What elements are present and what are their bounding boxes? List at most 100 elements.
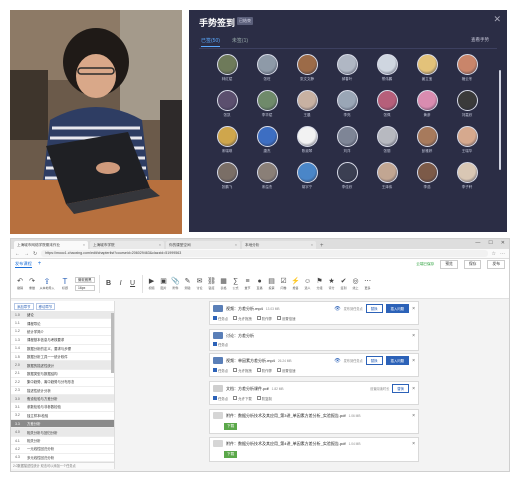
replace-button[interactable]: 替换 [365,304,383,313]
redo-button[interactable]: ↷ 重做 [27,277,37,290]
checkbox[interactable] [276,368,281,372]
outline-item[interactable]: 4.1 相关分析 [11,437,114,446]
attendee[interactable]: 黄彦 [407,90,447,118]
toolbar-item-4[interactable]: ✉ 讨论 [195,277,205,290]
card-option[interactable]: 设置倍速 [276,316,295,321]
outline-chapter[interactable]: 4.0 相关分析与回归分析 [11,428,114,437]
checkbox[interactable] [233,368,238,372]
toolbar-item-2[interactable]: 📎 附件 [171,277,181,290]
attendee[interactable]: 王晨 [287,90,327,118]
toolbar-item-18[interactable]: ⋯ 更多 [363,277,373,290]
italic-button[interactable]: I [116,279,126,288]
heading-button[interactable]: T 标题 [57,277,73,290]
toolbar-item-7[interactable]: ∑ 公式 [231,277,241,290]
close-icon[interactable]: × [83,243,85,247]
toolbar-item-9[interactable]: ● 直播 [255,277,265,290]
outline-item[interactable]: 2.1 数据类型与数据结构 [11,370,114,379]
toolbar-item-0[interactable]: ▶ 视频 [147,277,157,290]
attendee[interactable]: 张凯 [207,90,247,118]
add-chapter-button[interactable]: 添加章节 [14,302,34,310]
attendee[interactable]: 张丽 [367,126,407,154]
card-option[interactable]: 防作弊 [256,316,272,321]
attendee[interactable]: 姜立宝 [407,54,447,82]
tab-unsigned[interactable]: 未签(1) [232,37,248,47]
back-icon[interactable]: ← [15,251,20,257]
download-button[interactable]: 下载 [224,423,238,430]
minimize-icon[interactable]: — [475,240,480,246]
checkbox[interactable] [213,316,217,320]
checkbox[interactable] [256,368,261,372]
remove-card-icon[interactable]: × [412,306,415,312]
attendee[interactable]: 王瑞华 [447,126,487,154]
close-window-icon[interactable]: ✕ [501,240,505,246]
attendee[interactable]: 郝春叶 [327,54,367,82]
card-option[interactable]: 防作弊 [256,368,272,373]
preview-button[interactable]: 预览 [440,259,458,269]
doc-tab[interactable]: 发布课程 [15,261,32,268]
browser-tab[interactable]: 上海城市网络学院期末作业 × [14,241,88,249]
preview-eye-icon[interactable]: 👁 [334,358,340,364]
outline-item[interactable]: 1.5 数据分析工具一一统计软件 [11,353,114,362]
toolbar-item-17[interactable]: ◎ 线上 [351,277,361,290]
preview-eye-icon[interactable]: 👁 [334,306,340,312]
close-icon[interactable]: ✕ [493,14,501,25]
replace-button[interactable]: 替换 [392,384,410,393]
publish-button[interactable]: 发布 [487,259,505,269]
attendee[interactable]: 胡宇宁 [287,162,327,190]
download-button[interactable]: 下载 [224,451,238,458]
attendee[interactable]: 张文文静 [287,54,327,82]
insert-question-button[interactable]: 插入问题 [385,356,410,365]
card-option[interactable]: 任务点 [213,396,228,401]
attendee[interactable]: 张旺 [247,54,287,82]
toolbar-item-5[interactable]: ⛓ 链接 [207,277,217,290]
address-input[interactable]: https://mooc1.chaoxing.com/edit/chapterl… [41,250,488,257]
maximize-icon[interactable]: ☐ [488,240,492,246]
toolbar-item-13[interactable]: ☺ 选人 [303,277,313,290]
attendee[interactable]: 张佩 [367,90,407,118]
bold-button[interactable]: B [104,279,114,288]
attendee[interactable]: 李佳欣 [327,162,367,190]
checkbox[interactable] [213,396,217,400]
font-size-select[interactable]: 16px [75,284,95,291]
attendee[interactable]: 唐杰 [247,126,287,154]
checkbox[interactable] [256,396,261,400]
attendee[interactable]: 李浩 [407,162,447,190]
toolbar-item-16[interactable]: ✔ 签到 [339,277,349,290]
attendee[interactable]: 张鹏飞 [207,162,247,190]
attendee[interactable]: 蔡伟鹏 [367,54,407,82]
attendee[interactable]: 刘嘉欣 [447,90,487,118]
forward-icon[interactable]: → [24,251,29,257]
view-gesture-link[interactable]: 查看手势 [471,37,489,43]
outline-chapter[interactable]: 3.0 假设检验与方差分析 [11,394,114,404]
attendee[interactable]: 李子轩 [447,162,487,190]
undo-button[interactable]: ↶ 撤销 [15,277,25,290]
outline-chapter[interactable]: 1.0 绪论 [11,311,114,320]
remove-card-icon[interactable]: × [412,358,415,364]
toolbar-item-10[interactable]: ▤ 投票 [267,277,277,290]
attendee[interactable]: 林红斌 [207,54,247,82]
close-icon[interactable]: × [159,243,161,247]
outline-item[interactable]: 4.3 多元线性回归分析 [11,454,114,463]
checkbox[interactable] [233,396,238,400]
new-tab-icon[interactable]: + [320,243,324,249]
outline-item[interactable]: 3.1 参数检验与非参数检验 [11,403,114,412]
attendee[interactable]: 彭雅婷 [407,126,447,154]
card-option[interactable]: 任务点 [213,316,228,321]
outline-item[interactable]: 1.3 课程基本信息与考核要求 [11,336,114,345]
close-icon[interactable]: × [311,243,313,247]
tab-signed[interactable]: 已签(50) [201,37,220,47]
outline-item[interactable]: 2.2 集中趋势、离中趋势与分布形态 [11,378,114,387]
toolbar-item-3[interactable]: ✎ 测验 [183,277,193,290]
outline-item[interactable]: 1.2 统计学简介 [11,328,114,337]
remove-card-icon[interactable]: × [412,386,415,392]
remove-card-icon[interactable]: × [412,413,415,419]
toolbar-item-1[interactable]: ▣ 图片 [159,277,169,290]
checkbox[interactable] [276,316,281,320]
checkbox[interactable] [256,316,261,320]
attendee[interactable]: 李华斌 [247,90,287,118]
menu-icon[interactable]: ⋯ [500,251,505,257]
toolbar-item-12[interactable]: ⚡ 抢答 [291,277,301,290]
outline-item[interactable]: 1.4 数据分析的定义、要求与步骤 [11,345,114,353]
insert-question-button[interactable]: 插入问题 [385,304,410,313]
attendee[interactable]: 李亮 [327,90,367,118]
